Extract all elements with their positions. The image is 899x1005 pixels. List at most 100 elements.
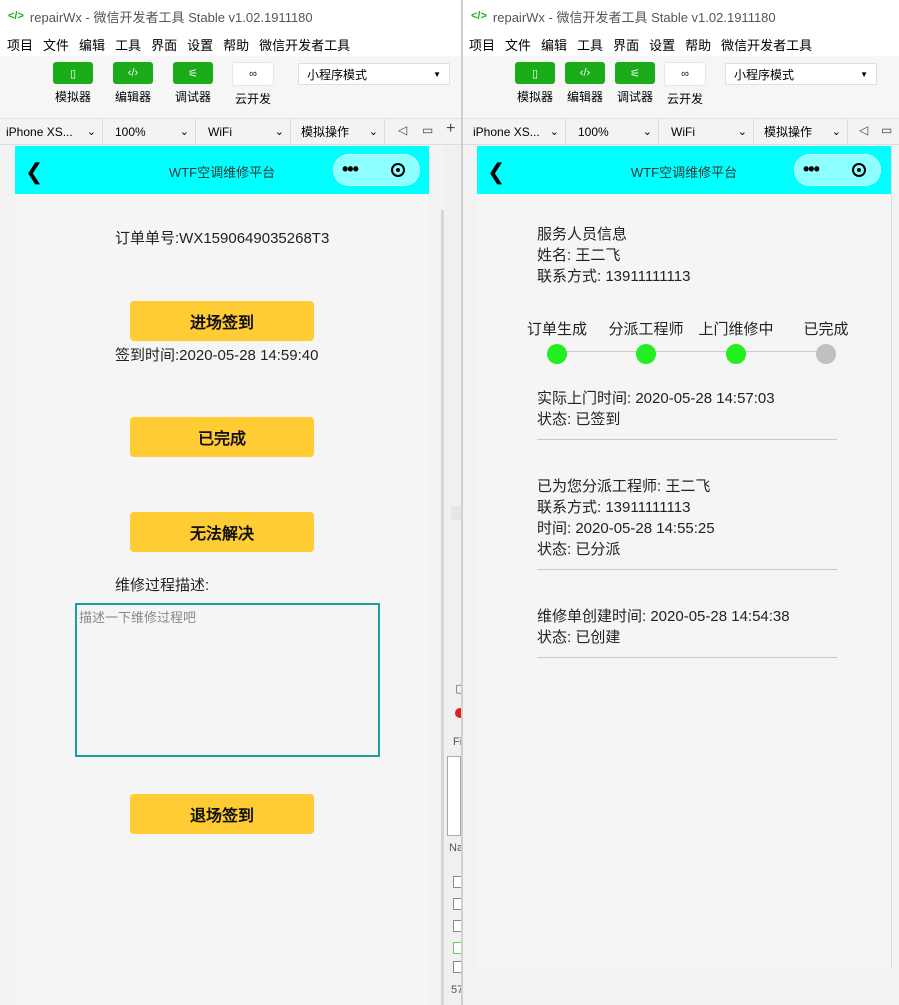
more-icon[interactable]: ••• [803, 159, 820, 180]
scrollbar[interactable] [441, 210, 444, 1005]
close-circle-icon[interactable] [852, 163, 866, 177]
order-number: 订单单号:WX1590649035268T3 [115, 227, 329, 248]
step-label: 已完成 [803, 321, 849, 338]
order-number-label: 订单单号: [115, 230, 180, 247]
menu-item-view[interactable]: 界面 [151, 35, 177, 54]
app-logo-icon: </> [8, 10, 24, 22]
menu-item-file[interactable]: 文件 [43, 35, 69, 54]
volume-icon[interactable]: ◁ [398, 123, 407, 137]
unsolved-button[interactable]: 无法解决 [130, 512, 314, 552]
zoom-select-value: 100% [578, 124, 609, 139]
cloud-dev-button[interactable]: ∞ 云开发 [660, 62, 710, 107]
timeline-status: 状态: 已签到 [537, 411, 621, 428]
menu-item-settings[interactable]: 设置 [187, 35, 213, 54]
zoom-select[interactable]: 100% ⌄ [566, 119, 659, 144]
timeline-line: 维修单创建时间: 2020-05-28 14:54:38 [537, 608, 790, 625]
window-icon[interactable]: ▭ [881, 123, 892, 137]
repair-desc-input[interactable]: 描述一下维修过程吧 [75, 603, 380, 757]
filter-label: Fi [453, 736, 461, 748]
nav-bar: ❮ WTF空调维修平台 ••• [477, 146, 891, 194]
chevron-down-icon: ⌄ [549, 126, 559, 138]
chevron-down-icon: ⌄ [642, 126, 652, 138]
more-icon[interactable]: ••• [342, 159, 359, 180]
simulate-select[interactable]: 模拟操作 ⌄ [754, 119, 848, 144]
simulate-select[interactable]: 模拟操作 ⌄ [291, 119, 385, 144]
step-dot [636, 344, 656, 364]
cloud-dev-label: 云开发 [234, 92, 271, 106]
step-dot [816, 344, 836, 364]
debug-panel-edge: ▢ Fi Na 57 [445, 146, 461, 1005]
divider [537, 657, 837, 658]
network-select-value: WiFi [671, 124, 695, 139]
repair-desc-label: 维修过程描述: [115, 577, 210, 594]
capsule-menu[interactable]: ••• [794, 154, 881, 186]
editor-label: 编辑器 [114, 90, 151, 104]
menu-item-edit[interactable]: 编辑 [79, 35, 105, 54]
menu-item-project[interactable]: 项目 [7, 35, 33, 54]
menu-item-help[interactable]: 帮助 [223, 35, 249, 54]
device-select[interactable]: iPhone XS... ⌄ [463, 119, 566, 144]
menu-item-devtools[interactable]: 微信开发者工具 [259, 35, 350, 54]
mode-select-value: 小程序模式 [307, 67, 368, 82]
nav-bar: ❮ WTF空调维修平台 ••• [15, 146, 429, 194]
network-select[interactable]: WiFi ⌄ [659, 119, 754, 144]
request-row-checkbox[interactable] [453, 942, 461, 954]
debug-icon: ⚟ [615, 62, 655, 84]
window-icon[interactable]: ▭ [422, 123, 433, 137]
capsule-menu[interactable]: ••• [333, 154, 420, 186]
simulator-screen: ❮ WTF空调维修平台 ••• 服务人员信息 姓名: 王二飞 联系方式: 139… [477, 146, 892, 968]
request-row-checkbox[interactable] [453, 876, 461, 888]
volume-icon[interactable]: ◁ [859, 123, 868, 137]
staff-info-title: 服务人员信息 [537, 226, 628, 243]
simulator-button[interactable]: ▯ 模拟器 [48, 62, 98, 105]
staff-name: 姓名: 王二飞 [537, 247, 621, 264]
request-row-checkbox[interactable] [453, 961, 461, 973]
menu-item-devtools[interactable]: 微信开发者工具 [721, 35, 812, 54]
request-row-checkbox[interactable] [453, 920, 461, 932]
mode-select[interactable]: 小程序模式 ▼ [298, 63, 450, 85]
device-select[interactable]: iPhone XS... ⌄ [0, 119, 103, 144]
mode-select[interactable]: 小程序模式 ▼ [725, 63, 877, 85]
timeline-status: 状态: 已分派 [537, 541, 621, 558]
phone-icon: ▯ [53, 62, 93, 84]
title-bar: </> repairWx - 微信开发者工具 Stable v1.02.1911… [0, 0, 461, 32]
checkin-time-label: 签到时间: [115, 347, 180, 364]
menu-item-project[interactable]: 项目 [469, 35, 495, 54]
zoom-select-value: 100% [115, 124, 146, 139]
step-order-created: 订单生成 [512, 318, 602, 364]
cloud-link-icon: ∞ [232, 62, 274, 86]
menu-item-file[interactable]: 文件 [505, 35, 531, 54]
add-icon[interactable]: + [446, 120, 455, 138]
checkin-button[interactable]: 进场签到 [130, 301, 314, 341]
menu-item-help[interactable]: 帮助 [685, 35, 711, 54]
app-logo-icon: </> [471, 10, 487, 22]
chevron-down-icon: ⌄ [179, 126, 189, 138]
menu-item-edit[interactable]: 编辑 [541, 35, 567, 54]
editor-button[interactable]: ‹/› 编辑器 [108, 62, 158, 105]
debugger-button[interactable]: ⚟ 调试器 [168, 62, 218, 105]
request-row-checkbox[interactable] [453, 898, 461, 910]
debugger-label: 调试器 [616, 90, 653, 104]
menu-item-tools[interactable]: 工具 [115, 35, 141, 54]
simulator-label: 模拟器 [516, 90, 553, 104]
close-circle-icon[interactable] [391, 163, 405, 177]
network-select[interactable]: WiFi ⌄ [196, 119, 291, 144]
zoom-select[interactable]: 100% ⌄ [103, 119, 196, 144]
editor-button[interactable]: ‹/› 编辑器 [560, 62, 610, 105]
timeline-item-created: 维修单创建时间: 2020-05-28 14:54:38 状态: 已创建 [537, 606, 790, 648]
mode-select-value: 小程序模式 [734, 67, 795, 82]
menu-item-view[interactable]: 界面 [613, 35, 639, 54]
cloud-dev-button[interactable]: ∞ 云开发 [228, 62, 278, 107]
cloud-dev-label: 云开发 [666, 92, 703, 106]
waterfall-preview [447, 756, 461, 836]
timeline-line: 联系方式: 13911111113 [537, 499, 691, 516]
debugger-button[interactable]: ⚟ 调试器 [610, 62, 660, 105]
simulator-screen: ❮ WTF空调维修平台 ••• 订单单号:WX1590649035268T3 进… [15, 146, 429, 1005]
simulator-button[interactable]: ▯ 模拟器 [510, 62, 560, 105]
checkout-button[interactable]: 退场签到 [130, 794, 314, 834]
menu-item-tools[interactable]: 工具 [577, 35, 603, 54]
timeline-line: 已为您分派工程师: 王二飞 [537, 478, 711, 495]
completed-button[interactable]: 已完成 [130, 417, 314, 457]
debugger-label: 调试器 [174, 90, 211, 104]
menu-item-settings[interactable]: 设置 [649, 35, 675, 54]
